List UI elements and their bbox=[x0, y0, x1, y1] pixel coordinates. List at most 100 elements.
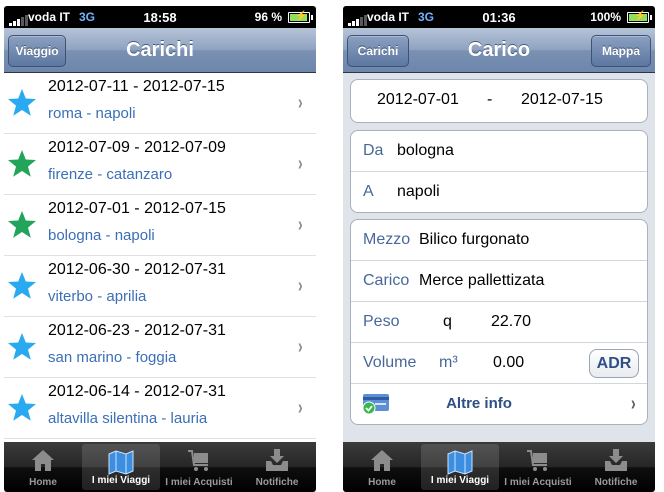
weight-row: Peso q 22.70 bbox=[351, 302, 647, 343]
volume-row: Volume m³ 0.00 ADR bbox=[351, 343, 647, 384]
trip-dates: 2012-06-30 - 2012-07-31 bbox=[48, 261, 226, 278]
trip-route: firenze - catanzaro bbox=[48, 166, 173, 183]
vehicle-label: Mezzo bbox=[363, 231, 411, 248]
battery-icon: ⚡ bbox=[627, 11, 652, 23]
trip-list: 2012-07-11 - 2012-07-15 roma - napoli › 201… bbox=[4, 73, 316, 442]
adr-button[interactable]: ADR bbox=[589, 349, 639, 378]
places-card: Da bologna A napoli bbox=[350, 130, 648, 213]
date-range-card: 2012-07-01 - 2012-07-15 bbox=[350, 79, 648, 123]
trip-route: roma - napoli bbox=[48, 105, 136, 122]
chevron-right-icon: › bbox=[298, 214, 303, 236]
cart-icon bbox=[188, 450, 208, 471]
more-info-label: Altre info bbox=[446, 395, 512, 412]
destination-label: A bbox=[363, 183, 374, 200]
home-icon bbox=[32, 450, 54, 471]
trip-route: altavilla silentina - lauria bbox=[48, 410, 208, 427]
trip-dates: 2012-07-09 - 2012-07-09 bbox=[48, 139, 226, 156]
trip-row[interactable]: 2012-07-01 - 2012-07-15 bologna - napoli › bbox=[4, 195, 316, 256]
map-button[interactable]: Mappa bbox=[591, 35, 651, 67]
battery-percent: 100% bbox=[590, 10, 621, 24]
trip-dates: 2012-06-23 - 2012-07-31 bbox=[48, 322, 226, 339]
destination-value: napoli bbox=[397, 183, 440, 200]
tab-bar: Home I miei Viaggi I miei Acquisti Notif… bbox=[343, 442, 655, 492]
nav-bar: Carichi Carico Mappa bbox=[343, 28, 655, 73]
tab-bar: Home I miei Viaggi I miei Acquisti Notif… bbox=[4, 442, 316, 492]
tab-home[interactable]: Home bbox=[4, 442, 82, 492]
inbox-icon bbox=[605, 449, 627, 471]
status-bar: voda IT 3G 18:58 96 % ⚡ bbox=[4, 6, 316, 28]
trip-row[interactable]: 2012-06-30 - 2012-07-31 viterbo - aprilia… bbox=[4, 256, 316, 317]
tab-home[interactable]: Home bbox=[343, 442, 421, 492]
star-icon bbox=[8, 394, 36, 421]
tab-label: Home bbox=[29, 477, 57, 488]
weight-label: Peso bbox=[363, 313, 400, 330]
battery-percent: 96 % bbox=[254, 10, 282, 24]
weight-value: 22.70 bbox=[491, 313, 532, 330]
left-screen: voda IT 3G 18:58 96 % ⚡ Viaggio Carichi … bbox=[4, 6, 316, 492]
more-info-row[interactable]: Altre info › bbox=[351, 384, 647, 424]
vehicle-value: Bilico furgonato bbox=[419, 231, 530, 248]
trip-route: viterbo - aprilia bbox=[48, 288, 147, 305]
battery-icon: ⚡ bbox=[288, 11, 313, 23]
tab-label: I miei Acquisti bbox=[504, 477, 572, 488]
end-date: 2012-07-15 bbox=[521, 91, 603, 108]
cargo-value: Merce pallettizata bbox=[419, 272, 545, 289]
volume-label: Volume bbox=[363, 354, 417, 371]
trip-route: san marino - foggia bbox=[48, 349, 177, 366]
tab-i-miei-acquisti[interactable]: I miei Acquisti bbox=[499, 442, 577, 492]
tab-label: Notifiche bbox=[594, 477, 638, 488]
destination-row[interactable]: A napoli bbox=[351, 172, 647, 212]
volume-unit: m³ bbox=[439, 354, 458, 371]
tab-i-miei-viaggi[interactable]: I miei Viaggi bbox=[421, 444, 499, 490]
trip-route: bologna - napoli bbox=[48, 227, 155, 244]
tab-label: I miei Acquisti bbox=[165, 477, 233, 488]
cargo-row[interactable]: Carico Merce pallettizata bbox=[351, 261, 647, 302]
star-icon bbox=[8, 89, 36, 116]
date-range-row[interactable]: 2012-07-01 - 2012-07-15 bbox=[351, 80, 647, 122]
tab-label: I miei Viaggi bbox=[430, 475, 490, 486]
nav-bar: Viaggio Carichi bbox=[4, 28, 316, 73]
trip-dates: 2012-07-11 - 2012-07-15 bbox=[48, 78, 225, 95]
home-icon bbox=[371, 450, 393, 471]
chevron-right-icon: › bbox=[298, 336, 303, 358]
tab-label: I miei Viaggi bbox=[91, 475, 151, 486]
star-icon bbox=[8, 211, 36, 238]
load-details-card: Mezzo Bilico furgonato Carico Merce pall… bbox=[350, 219, 648, 425]
tab-label: Home bbox=[368, 477, 396, 488]
chevron-right-icon: › bbox=[298, 275, 303, 297]
chevron-right-icon: › bbox=[298, 153, 303, 175]
star-icon bbox=[8, 272, 36, 299]
chevron-right-icon: › bbox=[631, 393, 636, 415]
map-icon bbox=[108, 450, 134, 475]
tab-notifiche[interactable]: Notifiche bbox=[577, 442, 655, 492]
cart-icon bbox=[527, 450, 547, 471]
trip-row[interactable]: 2012-06-14 - 2012-07-31 altavilla silenti… bbox=[4, 378, 316, 439]
vehicle-row[interactable]: Mezzo Bilico furgonato bbox=[351, 220, 647, 261]
origin-value: bologna bbox=[397, 142, 454, 159]
trip-dates: 2012-07-01 - 2012-07-15 bbox=[48, 200, 226, 217]
status-bar: voda IT 3G 01:36 100% ⚡ bbox=[343, 6, 655, 28]
tab-i-miei-viaggi[interactable]: I miei Viaggi bbox=[82, 444, 160, 490]
tab-label: Notifiche bbox=[255, 477, 299, 488]
trip-row[interactable]: 2012-07-11 - 2012-07-15 roma - napoli › bbox=[4, 73, 316, 134]
trip-row[interactable]: 2012-07-09 - 2012-07-09 firenze - catanza… bbox=[4, 134, 316, 195]
star-icon bbox=[8, 333, 36, 360]
origin-label: Da bbox=[363, 142, 384, 159]
volume-value: 0.00 bbox=[493, 354, 525, 371]
tab-notifiche[interactable]: Notifiche bbox=[238, 442, 316, 492]
map-icon bbox=[447, 450, 473, 475]
right-screen: voda IT 3G 01:36 100% ⚡ Carichi Carico M… bbox=[343, 6, 655, 492]
cargo-label: Carico bbox=[363, 272, 410, 289]
date-separator: - bbox=[487, 91, 493, 108]
trip-row[interactable]: 2012-06-23 - 2012-07-31 san marino - fogg… bbox=[4, 317, 316, 378]
inbox-icon bbox=[266, 449, 288, 471]
page-title: Carichi bbox=[126, 39, 194, 61]
tab-i-miei-acquisti[interactable]: I miei Acquisti bbox=[160, 442, 238, 492]
weight-unit: q bbox=[443, 313, 452, 330]
trip-dates: 2012-06-14 - 2012-07-31 bbox=[48, 383, 226, 400]
chevron-right-icon: › bbox=[298, 92, 303, 114]
star-icon bbox=[8, 150, 36, 177]
chevron-right-icon: › bbox=[298, 397, 303, 419]
start-date: 2012-07-01 bbox=[377, 91, 459, 108]
origin-row[interactable]: Da bologna bbox=[351, 131, 647, 172]
